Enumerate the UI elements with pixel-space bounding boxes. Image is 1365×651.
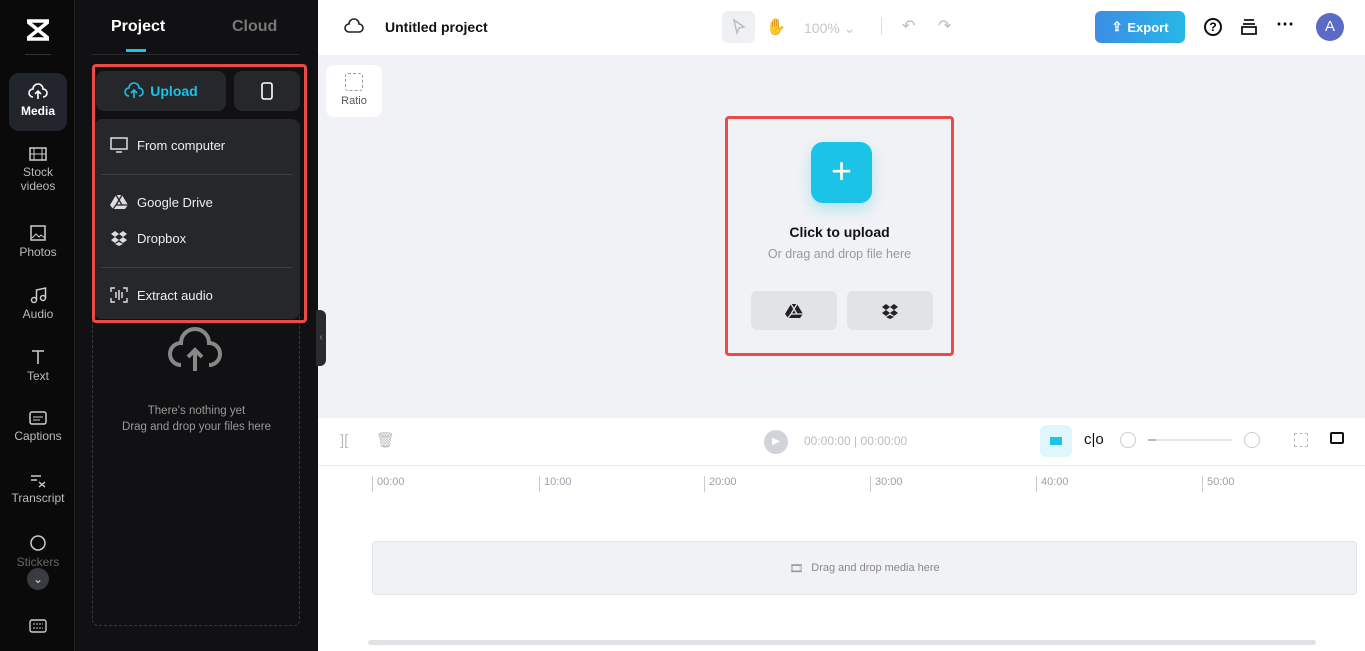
zoom-in-icon[interactable] [1244, 432, 1260, 448]
dropbox-icon [882, 303, 898, 319]
ratio-label: Ratio [341, 95, 367, 107]
rail-label: Stock videos [20, 165, 56, 193]
music-icon [30, 287, 47, 304]
expand-rail-button[interactable]: ⌄ [27, 568, 49, 590]
select-tool-button[interactable] [722, 11, 755, 43]
google-drive-icon [785, 303, 803, 318]
dropbox-button[interactable] [847, 291, 933, 330]
rail-label: Stickers [16, 555, 60, 569]
drop-hint: Drag and drop media here [811, 562, 940, 574]
redo-icon[interactable]: ↷ [938, 16, 951, 36]
ruler-tick: 40:00 [1036, 476, 1069, 492]
cloud-upload-icon [167, 325, 223, 380]
snap-icon [1050, 437, 1062, 445]
tab-cloud[interactable]: Cloud [232, 18, 277, 36]
hand-tool-icon[interactable]: ✋ [766, 17, 786, 37]
capcut-logo [24, 18, 52, 47]
tabs-divider [92, 54, 299, 55]
pointer-icon [732, 18, 746, 36]
ruler-tick: 50:00 [1202, 476, 1235, 492]
media-drop-track[interactable]: 🎞 Drag and drop media here [372, 541, 1357, 595]
upload-title: Click to upload [789, 224, 890, 240]
timeline-divider [318, 465, 1365, 466]
keyboard-icon[interactable] [29, 619, 47, 638]
chevron-left-icon: ‹ [319, 332, 323, 343]
cloud-upload-icon [28, 83, 48, 99]
fullscreen-icon[interactable] [1294, 433, 1308, 447]
ruler-tick: 30:00 [870, 476, 903, 492]
zoom-out-icon[interactable] [1120, 432, 1136, 448]
empty-state: There's nothing yet Drag and drop your f… [75, 403, 318, 435]
rail-photos[interactable]: Photos [9, 224, 67, 259]
layers-icon[interactable] [1241, 18, 1257, 41]
rail-label: Captions [14, 429, 62, 443]
rail-stock-videos[interactable]: Stock videos [9, 146, 67, 193]
ratio-icon [345, 73, 363, 91]
film-icon: 🎞 [789, 562, 804, 575]
timecode: 00:00:00 | 00:00:00 [804, 434, 908, 448]
current-time: 00:00:00 [804, 434, 851, 448]
ratio-button[interactable]: Ratio [326, 65, 382, 117]
rail-transcript[interactable]: Transcript [9, 472, 67, 505]
rail-audio[interactable]: Audio [9, 286, 67, 321]
toolbar-divider [881, 17, 882, 35]
empty-title: There's nothing yet [147, 405, 246, 417]
upload-subtitle: Or drag and drop file here [767, 247, 912, 261]
top-bar: Untitled project ✋ 100% ⌄ ↶ ↷ ⇪ Export ? … [318, 0, 1365, 55]
rail-text[interactable]: Text [9, 348, 67, 383]
timeline-scrollbar[interactable] [368, 640, 1316, 645]
active-tab-indicator [126, 49, 146, 52]
split-icon[interactable]: ][ [340, 432, 348, 449]
film-icon [29, 147, 47, 161]
zoom-slider[interactable] [1148, 439, 1232, 441]
cloud-sync-icon[interactable] [344, 18, 364, 39]
help-icon[interactable]: ? [1204, 18, 1222, 36]
rail-label: Transcript [11, 491, 65, 505]
split-screen-icon[interactable]: c|o [1084, 431, 1104, 448]
project-title[interactable]: Untitled project [385, 19, 488, 35]
delete-icon[interactable]: 🗑 [376, 431, 395, 449]
export-label: Export [1127, 19, 1169, 35]
transcript-icon [31, 475, 46, 488]
collapse-panel-handle[interactable]: ‹ [316, 310, 326, 366]
image-icon [30, 225, 46, 241]
rail-captions[interactable]: Captions [9, 410, 67, 443]
zoom-select[interactable]: 100% ⌄ [804, 20, 855, 37]
tab-project[interactable]: Project [111, 18, 165, 36]
rail-label: Audio [22, 307, 54, 321]
preview-icon[interactable] [1330, 432, 1344, 444]
zoom-slider-fill [1148, 439, 1156, 441]
empty-subtitle: Drag and drop your files here [122, 421, 271, 433]
export-button[interactable]: ⇪ Export [1095, 11, 1185, 43]
play-button[interactable]: ▶ [764, 430, 788, 454]
more-icon[interactable]: ⋯ [1276, 14, 1294, 35]
timeline: ][ 🗑 ▶ 00:00:00 | 00:00:00 c|o 🎞 Drag and… [318, 418, 1365, 651]
ruler-tick: 00:00 [372, 476, 405, 492]
total-time: 00:00:00 [860, 434, 908, 448]
zoom-value: 100% [804, 20, 840, 36]
avatar[interactable]: A [1316, 13, 1344, 41]
highlight-upload-menu [92, 64, 307, 323]
rail-divider [25, 54, 51, 55]
rail-media[interactable]: Media [9, 73, 67, 131]
sticker-icon [30, 535, 46, 551]
rail-label: Text [26, 369, 49, 383]
ruler-tick: 10:00 [539, 476, 572, 492]
chevron-down-icon: ⌄ [32, 572, 44, 586]
add-media-button[interactable]: + [811, 142, 872, 203]
rail-label: Media [20, 104, 55, 118]
undo-icon[interactable]: ↶ [902, 16, 915, 36]
plus-icon: + [830, 150, 853, 191]
auto-snap-button[interactable] [1040, 425, 1072, 457]
chevron-down-icon: ⌄ [843, 20, 856, 36]
google-drive-button[interactable] [751, 291, 837, 330]
share-icon: ⇪ [1111, 19, 1123, 34]
play-icon: ▶ [772, 436, 780, 447]
ruler-tick: 20:00 [704, 476, 737, 492]
left-rail: Media Stock videos Photos Audio Text Cap… [0, 0, 75, 651]
captions-icon [29, 411, 47, 425]
rail-label: Photos [19, 245, 57, 259]
text-icon [32, 350, 44, 364]
